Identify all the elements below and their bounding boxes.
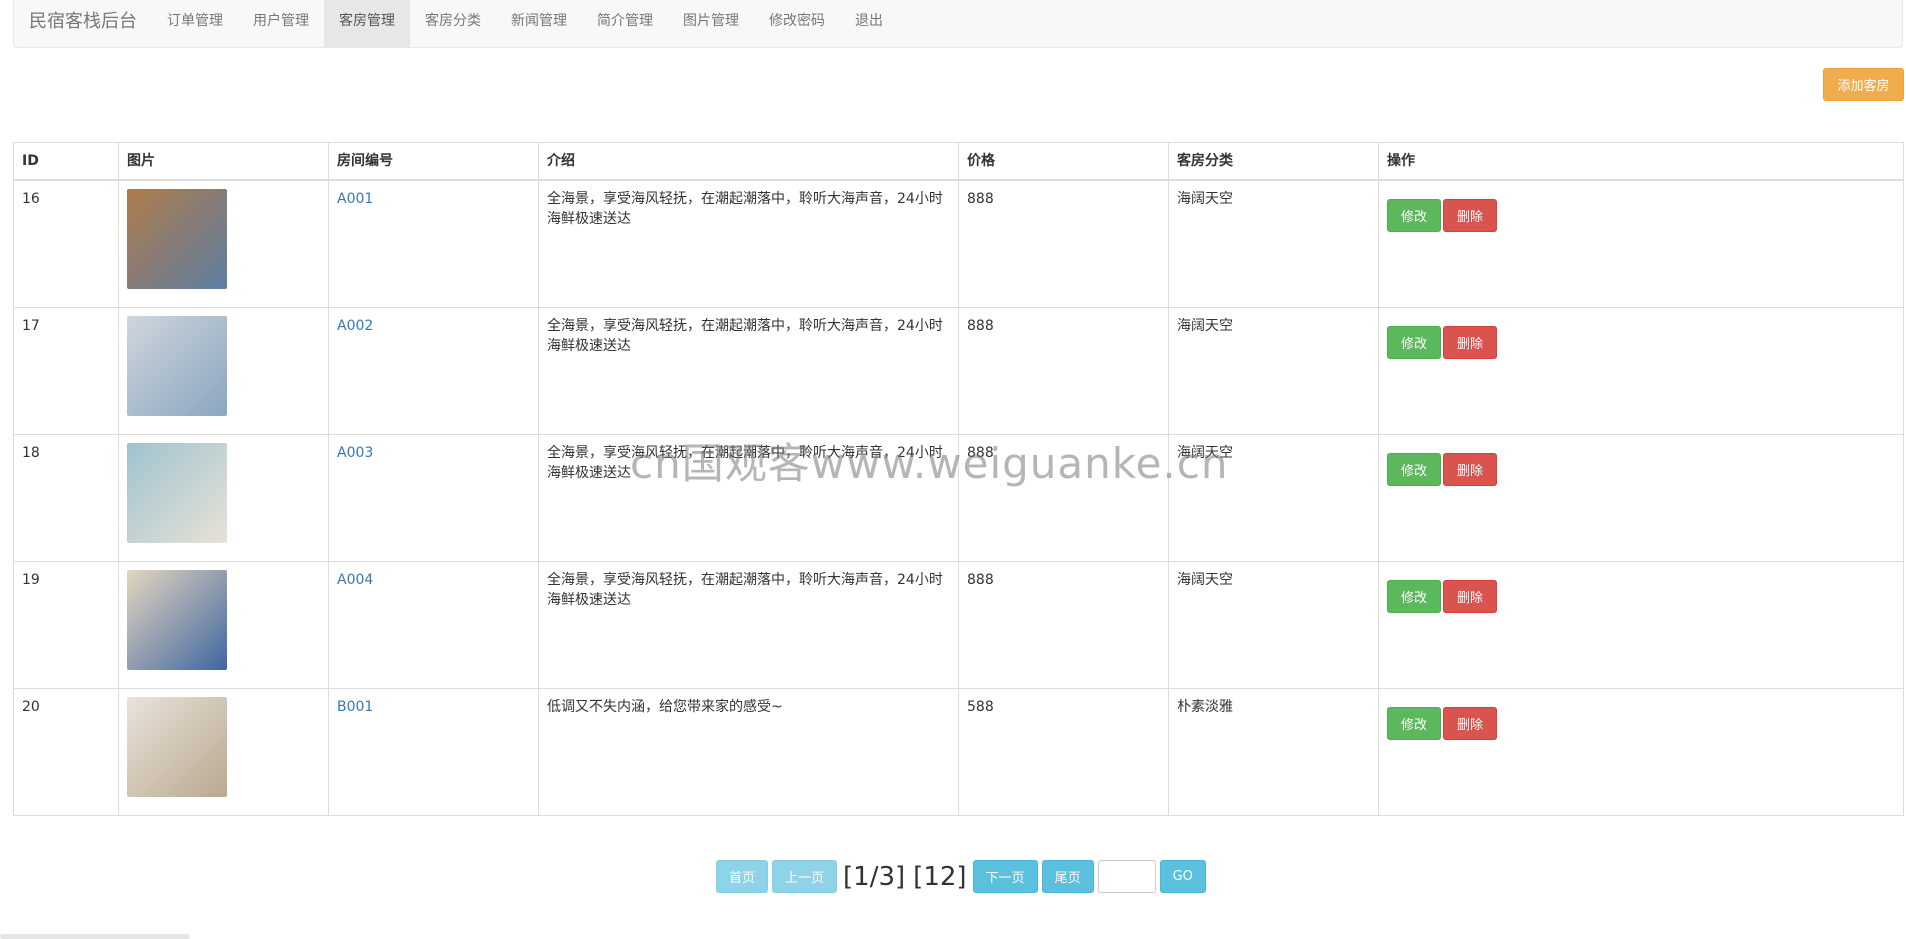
cell-id: 17 [13,306,119,435]
prev-page-button[interactable]: 上一页 [772,860,838,893]
nav-item-8[interactable]: 退出 [840,0,898,47]
nav-menu: 订单管理 用户管理 客房管理 客房分类 新闻管理 简介管理 图片管理 修改密码 退出 [152,0,898,47]
cell-intro: 低调又不失内涵，给您带来家的感受~ [538,687,959,816]
table-row: 16 A001 全海景，享受海风轻抚，在潮起潮落中，聆听大海声音，24小时海鲜极速送… [13,179,1904,308]
cell-actions: 修改 删除 [1378,687,1904,816]
header-price: 价格 [958,142,1169,181]
cell-category: 海阔天空 [1168,560,1379,689]
cell-intro: 全海景，享受海风轻抚，在潮起潮落中，聆听大海声音，24小时海鲜极速送达 [538,306,959,435]
table-row: 18 A003 全海景，享受海风轻抚，在潮起潮落中，聆听大海声音，24小时海鲜极速送… [13,433,1904,562]
add-room-button[interactable]: 添加客房 [1823,68,1904,101]
edit-button[interactable]: 修改 [1387,579,1441,613]
intro-text: 全海景，享受海风轻抚，在潮起潮落中，聆听大海声音，24小时海鲜极速送达 [547,444,943,481]
cell-room-number: B001 [328,687,539,816]
brand-title[interactable]: 民宿客栈后台 [14,0,152,47]
header-image: 图片 [118,142,329,181]
room-number-link[interactable]: A001 [337,191,373,207]
cell-intro: 全海景，享受海风轻抚，在潮起潮落中，聆听大海声音，24小时海鲜极速送达 [538,179,959,308]
cell-room-number: A001 [328,179,539,308]
delete-button[interactable]: 删除 [1443,199,1497,232]
horizontal-scrollbar[interactable] [0,934,190,939]
cell-price: 588 [958,687,1169,816]
cell-image [118,179,329,308]
nav-item-5[interactable]: 简介管理 [582,0,668,47]
cell-price: 888 [958,179,1169,308]
nav-item-1[interactable]: 用户管理 [238,0,324,47]
room-thumbnail [127,696,227,797]
room-number-link[interactable]: A004 [337,572,373,588]
room-thumbnail [127,315,227,416]
nav-item-4[interactable]: 新闻管理 [496,0,582,47]
cell-actions: 修改 删除 [1378,560,1904,689]
table-body: 16 A001 全海景，享受海风轻抚，在潮起潮落中，聆听大海声音，24小时海鲜极速送… [13,179,1904,816]
cell-id: 16 [13,179,119,308]
last-page-button[interactable]: 尾页 [1041,860,1094,893]
next-page-button[interactable]: 下一页 [972,860,1038,893]
table-row: 19 A004 全海景，享受海风轻抚，在潮起潮落中，聆听大海声音，24小时海鲜极速送… [13,560,1904,689]
cell-category: 朴素淡雅 [1168,687,1379,816]
go-button[interactable]: GO [1159,860,1206,893]
intro-text: 全海景，享受海风轻抚，在潮起潮落中，聆听大海声音，24小时海鲜极速送达 [547,571,943,608]
cell-room-number: A004 [328,560,539,689]
delete-button[interactable]: 删除 [1443,579,1497,613]
room-number-link[interactable]: B001 [337,699,373,715]
delete-button[interactable]: 删除 [1443,325,1497,359]
room-table: ID 图片 房间编号 介绍 价格 客房分类 操作 16 A001 全海景，享受海风轻… [13,142,1904,816]
intro-text: 低调又不失内涵，给您带来家的感受~ [547,698,783,715]
page-number-input[interactable] [1097,860,1156,893]
header-id: ID [13,142,119,181]
first-page-button[interactable]: 首页 [716,860,769,893]
nav-item-0[interactable]: 订单管理 [152,0,238,47]
cell-image [118,687,329,816]
cell-id: 18 [13,433,119,562]
nav-item-3[interactable]: 客房分类 [410,0,496,47]
header-category: 客房分类 [1168,142,1379,181]
edit-button[interactable]: 修改 [1387,706,1441,740]
delete-button[interactable]: 删除 [1443,452,1497,486]
table-row: 17 A002 全海景，享受海风轻抚，在潮起潮落中，聆听大海声音，24小时海鲜极速送… [13,306,1904,435]
edit-button[interactable]: 修改 [1387,199,1441,232]
cell-category: 海阔天空 [1168,179,1379,308]
cell-id: 19 [13,560,119,689]
cell-image [118,306,329,435]
top-navbar: 民宿客栈后台 订单管理 用户管理 客房管理 客房分类 新闻管理 简介管理 图片管理 修改密码退… [13,0,1903,48]
pagination: 首页 上一页 [1/3] [12] 下一页 尾页 GO [716,860,1206,893]
header-room-number: 房间编号 [328,142,539,181]
cell-category: 海阔天空 [1168,306,1379,435]
total-count: [12] [913,861,967,892]
table-row: 20 B001 低调又不失内涵，给您带来家的感受~ 588 朴素淡雅 修改 删除 [13,687,1904,816]
edit-button[interactable]: 修改 [1387,452,1441,486]
cell-actions: 修改 删除 [1378,433,1904,562]
nav-item-2[interactable]: 客房管理 [324,0,410,47]
cell-image [118,433,329,562]
header-actions: 操作 [1378,142,1904,181]
table-header-row: ID 图片 房间编号 介绍 价格 客房分类 操作 [13,142,1904,181]
cell-intro: 全海景，享受海风轻抚，在潮起潮落中，聆听大海声音，24小时海鲜极速送达 [538,560,959,689]
cell-actions: 修改 删除 [1378,306,1904,435]
cell-intro: 全海景，享受海风轻抚，在潮起潮落中，聆听大海声音，24小时海鲜极速送达 [538,433,959,562]
cell-image [118,560,329,689]
nav-item-6[interactable]: 图片管理 [668,0,754,47]
edit-button[interactable]: 修改 [1387,325,1441,359]
cell-room-number: A003 [328,433,539,562]
cell-room-number: A002 [328,306,539,435]
room-thumbnail [127,442,227,543]
cell-price: 888 [958,560,1169,689]
cell-price: 888 [958,306,1169,435]
intro-text: 全海景，享受海风轻抚，在潮起潮落中，聆听大海声音，24小时海鲜极速送达 [547,191,943,227]
room-thumbnail [127,569,227,670]
room-number-link[interactable]: A002 [337,318,373,334]
nav-item-7[interactable]: 修改密码 [754,0,840,47]
room-thumbnail [127,189,227,289]
cell-actions: 修改 删除 [1378,179,1904,308]
header-intro: 介绍 [538,142,959,181]
intro-text: 全海景，享受海风轻抚，在潮起潮落中，聆听大海声音，24小时海鲜极速送达 [547,317,943,354]
cell-id: 20 [13,687,119,816]
room-number-link[interactable]: A003 [337,445,373,461]
delete-button[interactable]: 删除 [1443,706,1497,740]
cell-category: 海阔天空 [1168,433,1379,562]
cell-price: 888 [958,433,1169,562]
page-indicator: [1/3] [843,861,906,892]
